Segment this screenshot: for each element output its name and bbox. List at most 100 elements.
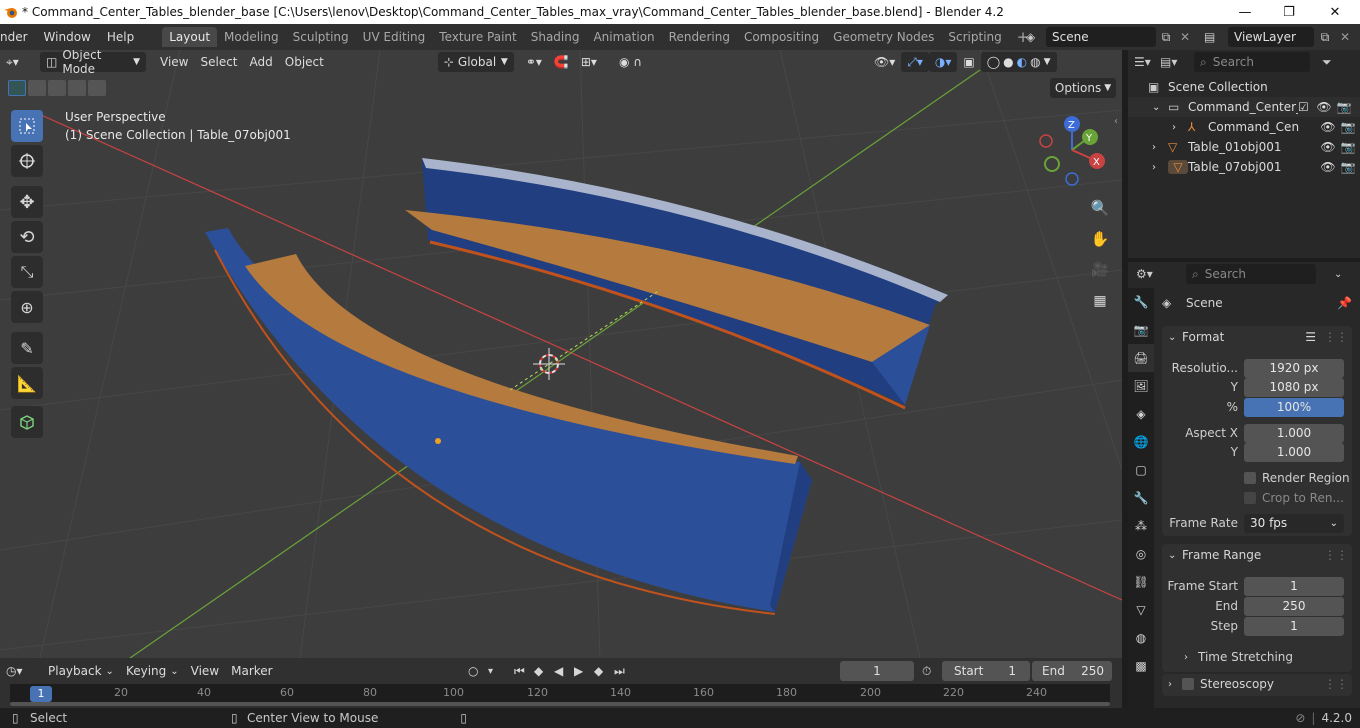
menu-object[interactable]: Object bbox=[279, 52, 330, 72]
tab-geometry-nodes[interactable]: Geometry Nodes bbox=[826, 27, 941, 47]
table-back[interactable] bbox=[405, 158, 948, 410]
mode-dropdown[interactable]: ◫ Object Mode ▼ bbox=[40, 50, 146, 76]
chevron-right-icon[interactable]: › bbox=[1172, 122, 1188, 133]
timeline-editor-icon[interactable]: ◷▾ bbox=[0, 661, 42, 681]
menu-help[interactable]: Help bbox=[99, 30, 142, 44]
material-tab-icon[interactable]: ◍ bbox=[1128, 624, 1154, 652]
stopwatch-icon[interactable]: ⏱ bbox=[922, 664, 931, 679]
eye-icon[interactable]: 👁 bbox=[1314, 100, 1334, 114]
cursor-tool-icon[interactable] bbox=[11, 145, 43, 177]
maximize-button[interactable]: ❐ bbox=[1266, 0, 1312, 24]
tab-texture-paint[interactable]: Texture Paint bbox=[432, 27, 523, 47]
select-new-icon[interactable] bbox=[8, 80, 26, 96]
chevron-down-icon[interactable]: ▼ bbox=[1044, 57, 1051, 67]
timeline-end-field[interactable]: End 250 bbox=[1032, 661, 1112, 681]
orientation-dropdown[interactable]: ⊹ Global ▼ bbox=[437, 52, 514, 72]
keyframe-type-icon[interactable]: ▾ bbox=[488, 666, 514, 677]
menu-select[interactable]: Select bbox=[194, 52, 243, 72]
frame-range-panel-header[interactable]: ⌄ Frame Range ⋮⋮ bbox=[1168, 548, 1348, 562]
editor-type-icon[interactable]: ⌖▾ bbox=[0, 52, 40, 72]
properties-editor-icon[interactable]: ⚙▾ bbox=[1128, 267, 1186, 281]
overlay-toggle-icon[interactable]: ◑▾ bbox=[928, 52, 958, 72]
tab-layout[interactable]: Layout bbox=[162, 27, 218, 47]
select-subtract-icon[interactable] bbox=[48, 80, 66, 96]
pivot-icon[interactable]: ⚭▾ bbox=[520, 52, 548, 72]
scale-tool-icon[interactable]: ⤡ bbox=[11, 256, 43, 288]
add-cube-tool-icon[interactable] bbox=[11, 406, 43, 438]
time-stretching-subpanel[interactable]: › Time Stretching bbox=[1162, 647, 1352, 667]
filter-icon[interactable]: ⏷ bbox=[1322, 55, 1332, 70]
scene-tab-icon[interactable]: ◈ bbox=[1128, 400, 1154, 428]
wireframe-shading-icon[interactable]: ◯ bbox=[987, 55, 1000, 69]
snap-icon[interactable]: 🧲 bbox=[548, 52, 575, 72]
prev-keyframe-icon[interactable]: ◆ bbox=[534, 664, 554, 678]
chevron-down-icon[interactable]: ⌄ bbox=[1152, 102, 1168, 113]
outliner-editor-icon[interactable]: ☰▾ bbox=[1128, 55, 1160, 69]
close-button[interactable]: ✕ bbox=[1312, 0, 1358, 24]
format-panel-header[interactable]: ⌄ Format ☰ ⋮⋮ bbox=[1168, 330, 1348, 344]
chevron-right-icon[interactable]: › bbox=[1152, 142, 1168, 153]
particles-tab-icon[interactable]: ⁂ bbox=[1128, 512, 1154, 540]
3d-viewport[interactable]: Z Y X ⌖▾ ◫ Object Mode ▼ View Select Add… bbox=[0, 50, 1122, 658]
scene-icon[interactable]: ◈ bbox=[1026, 30, 1046, 44]
tab-shading[interactable]: Shading bbox=[524, 27, 587, 47]
outliner-row-table-07[interactable]: › ▽ Table_07obj001 👁 📷 bbox=[1128, 157, 1360, 177]
menu-add[interactable]: Add bbox=[244, 52, 279, 72]
drag-handle-icon[interactable]: ⋮⋮ bbox=[1324, 330, 1348, 344]
next-keyframe-icon[interactable]: ◆ bbox=[594, 664, 614, 678]
outliner-search-input[interactable]: ⌕ Search bbox=[1194, 52, 1310, 72]
object-tab-icon[interactable]: ▢ bbox=[1128, 456, 1154, 484]
eye-icon[interactable]: 👁 bbox=[1318, 140, 1338, 154]
gizmo-toggle-icon[interactable]: ⤢▾ bbox=[901, 52, 929, 72]
auto-keying-icon[interactable]: ○ bbox=[468, 664, 488, 678]
camera-icon[interactable]: 📷 bbox=[1338, 140, 1358, 154]
pan-hand-icon[interactable]: ✋ bbox=[1086, 225, 1114, 253]
proportional-edit-icon[interactable]: ◉ ∩ bbox=[613, 52, 648, 72]
visibility-icon[interactable]: 👁▾ bbox=[868, 52, 901, 72]
sidebar-toggle-icon[interactable]: ‹ bbox=[1114, 116, 1118, 127]
presets-icon[interactable]: ☰ bbox=[1305, 330, 1316, 344]
tab-sculpting[interactable]: Sculpting bbox=[286, 27, 356, 47]
camera-icon[interactable]: 📷 bbox=[1334, 100, 1354, 114]
camera-view-icon[interactable]: 🎥 bbox=[1086, 256, 1114, 284]
display-mode-icon[interactable]: ▤▾ bbox=[1160, 55, 1194, 69]
frame-start-field[interactable]: 1 bbox=[1244, 576, 1344, 596]
outliner-row-command-center-collection[interactable]: ⌄ ▭ Command_Center_ ☑ 👁 📷 bbox=[1128, 97, 1360, 117]
tab-scripting[interactable]: Scripting bbox=[941, 27, 1008, 47]
perspective-grid-icon[interactable]: ▦ bbox=[1086, 287, 1114, 315]
annotate-tool-icon[interactable]: ✎ bbox=[11, 332, 43, 364]
solid-shading-icon[interactable]: ● bbox=[1003, 55, 1013, 69]
xray-icon[interactable]: ▣ bbox=[957, 52, 980, 72]
chevron-right-icon[interactable]: › bbox=[1152, 162, 1168, 173]
move-tool-icon[interactable]: ✥ bbox=[11, 186, 43, 218]
texture-tab-icon[interactable]: ▩ bbox=[1128, 652, 1154, 680]
remove-viewlayer-icon[interactable]: ✕ bbox=[1336, 30, 1354, 44]
current-frame-field[interactable]: 1 bbox=[840, 661, 914, 681]
view-layer-tab-icon[interactable]: 🖼 bbox=[1128, 372, 1154, 400]
chevron-down-icon[interactable]: ⌄ bbox=[1334, 269, 1342, 280]
physics-tab-icon[interactable]: ◎ bbox=[1128, 540, 1154, 568]
eye-icon[interactable]: 👁 bbox=[1318, 160, 1338, 174]
rendered-shading-icon[interactable]: ◍ bbox=[1030, 55, 1040, 69]
navigation-gizmo[interactable]: Z Y X bbox=[1039, 116, 1105, 186]
render-region-checkbox[interactable] bbox=[1244, 472, 1256, 484]
jump-end-icon[interactable]: ⏭ bbox=[614, 664, 634, 679]
select-box-icon[interactable] bbox=[11, 110, 43, 142]
menu-view[interactable]: View bbox=[154, 52, 194, 72]
render-tab-icon[interactable]: 📷 bbox=[1128, 316, 1154, 344]
resolution-percent-slider[interactable]: 100% bbox=[1244, 397, 1344, 417]
new-scene-icon[interactable]: ⧉ bbox=[1156, 30, 1176, 45]
resolution-x-field[interactable]: 1920 px bbox=[1244, 358, 1344, 378]
constraints-tab-icon[interactable]: ⛓ bbox=[1128, 568, 1154, 596]
drag-handle-icon[interactable]: ⋮⋮ bbox=[1324, 548, 1348, 562]
tab-modeling[interactable]: Modeling bbox=[217, 27, 286, 47]
world-tab-icon[interactable]: 🌐 bbox=[1128, 428, 1154, 456]
crop-checkbox[interactable] bbox=[1244, 492, 1256, 504]
viewlayer-field[interactable]: ViewLayer bbox=[1228, 27, 1314, 47]
viewlayer-icon[interactable]: ▤ bbox=[1204, 30, 1228, 44]
tab-rendering[interactable]: Rendering bbox=[662, 27, 737, 47]
menu-render[interactable]: nder bbox=[0, 30, 36, 44]
frame-end-field[interactable]: 250 bbox=[1244, 596, 1344, 616]
play-icon[interactable]: ▶ bbox=[574, 664, 594, 678]
marker-menu[interactable]: Marker bbox=[225, 661, 278, 681]
